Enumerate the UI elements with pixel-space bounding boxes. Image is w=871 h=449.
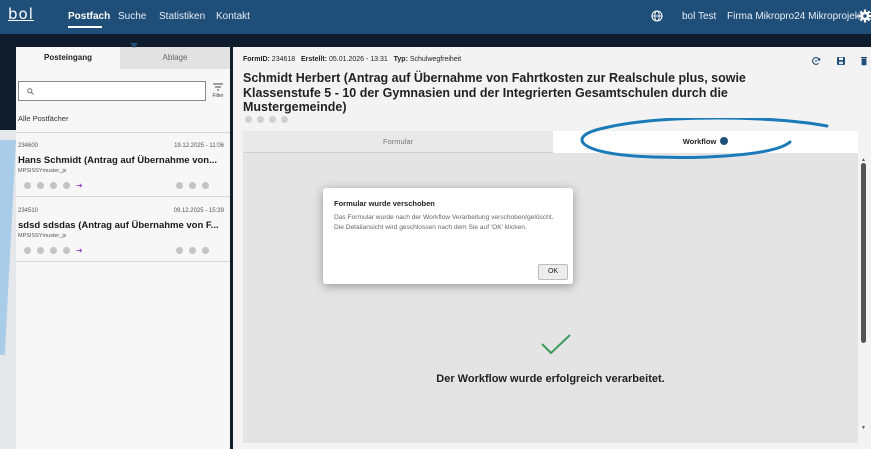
tab-ablage[interactable]: Ablage [120,47,230,69]
created-value: 05.01.2026 - 13:31 [329,56,388,63]
item-title: Hans Schmidt (Antrag auf Übernahme von..… [18,155,217,166]
filter-label: Filter [212,93,224,99]
check-circle-icon [63,182,70,190]
item-status-icons: ➜ [24,242,89,256]
filter-icon [213,83,223,91]
item-id: 234510 [18,208,39,214]
form-title: Schmidt Herbert (Antrag auf Übernahme vo… [243,71,746,114]
form-status-icons [245,110,293,128]
item-user: MPSISSYmuster_js [18,233,67,239]
refresh-icon[interactable] [811,56,821,66]
item-date: 19.12.2025 - 11:06 [174,143,224,149]
clock-icon [176,247,183,255]
type-label: Typ: [393,56,408,63]
formid-label: FormID: [243,56,270,63]
save-icon[interactable] [836,56,846,66]
item-status-icons: ➜ [24,177,89,191]
check-circle-icon [63,247,70,255]
top-navbar: bol Postfach Suche Statistiken Kontakt b… [0,0,871,34]
dialog-title: Formular wurde verschoben [334,199,435,208]
item-user: MPSISSYmuster_js [18,168,67,174]
dialog-message: Das Formular wurde nach der Workflow Ver… [334,214,554,231]
scroll-down-arrow[interactable]: ▼ [861,425,866,431]
scrollbar-thumb[interactable] [861,163,866,343]
item-date: 09.12.2025 - 15:39 [173,208,224,214]
item-id: 234600 [18,143,39,149]
nav-suche[interactable]: Suche [118,11,146,22]
item-title: sdsd sdsdas (Antrag auf Übernahme von F.… [18,220,219,231]
percent-icon [50,247,57,255]
tab-posteingang[interactable]: Posteingang [16,47,120,69]
arrow-right-icon: ➜ [76,246,83,256]
form-meta: FormID: 234618 Erstellt: 05.01.2026 - 13… [243,56,461,63]
annotation-ellipse [580,118,829,159]
clock-icon [176,182,183,190]
nav-active-indicator [68,26,102,28]
item-action-icons [176,242,215,260]
company-name[interactable]: Firma Mikropro24 Mikroprojekt GmbH [727,11,871,22]
percent-icon [50,182,57,190]
euro-icon [37,247,44,255]
shield-icon [24,247,31,255]
list-item[interactable]: 234600 19.12.2025 - 11:06 Hans Schmidt (… [16,133,230,197]
percent-icon [269,116,276,123]
created-label: Erstellt: [301,56,328,63]
gear-icon[interactable] [858,9,871,23]
checkmark-icon [541,334,571,355]
nav-kontakt[interactable]: Kontakt [216,11,250,22]
app-logo[interactable]: bol [8,5,34,23]
shield-icon [24,182,31,190]
user-name[interactable]: bol Test [682,11,716,22]
arrow-right-icon: ➜ [76,181,83,191]
list-item[interactable]: 234510 09.12.2025 - 15:39 sdsd sdsdas (A… [16,198,230,262]
globe-icon[interactable] [651,10,663,22]
moved-dialog: Formular wurde verschoben Das Formular w… [323,188,573,284]
tab-formular-label: Formular [382,137,413,146]
delete-icon[interactable] [859,56,869,66]
search-input[interactable] [18,81,206,101]
attachment-icon [202,247,209,255]
folder-icon [189,182,196,190]
ok-button[interactable]: OK [538,264,568,280]
tab-formular[interactable]: Formular [243,131,553,153]
type-value: Schulwegfreiheit [409,56,462,63]
search-icon [27,88,34,95]
inbox-panel: Posteingang Ablage Filter Alle Postfäche… [16,43,230,449]
euro-icon [37,182,44,190]
shield-icon [245,116,252,123]
nav-postfach[interactable]: Postfach [68,11,110,22]
attachment-icon [202,182,209,190]
mailbox-selector[interactable]: Alle Postfächer [18,114,68,123]
check-circle-icon [281,116,288,123]
euro-icon [257,116,264,123]
filter-button[interactable]: Filter [208,81,228,101]
formid-value: 234618 [271,56,296,63]
nav-statistiken[interactable]: Statistiken [159,11,205,22]
success-message: Der Workflow wurde erfolgreich verarbeit… [436,373,665,385]
tab-marker [130,43,138,48]
item-action-icons [176,177,215,195]
folder-icon [189,247,196,255]
